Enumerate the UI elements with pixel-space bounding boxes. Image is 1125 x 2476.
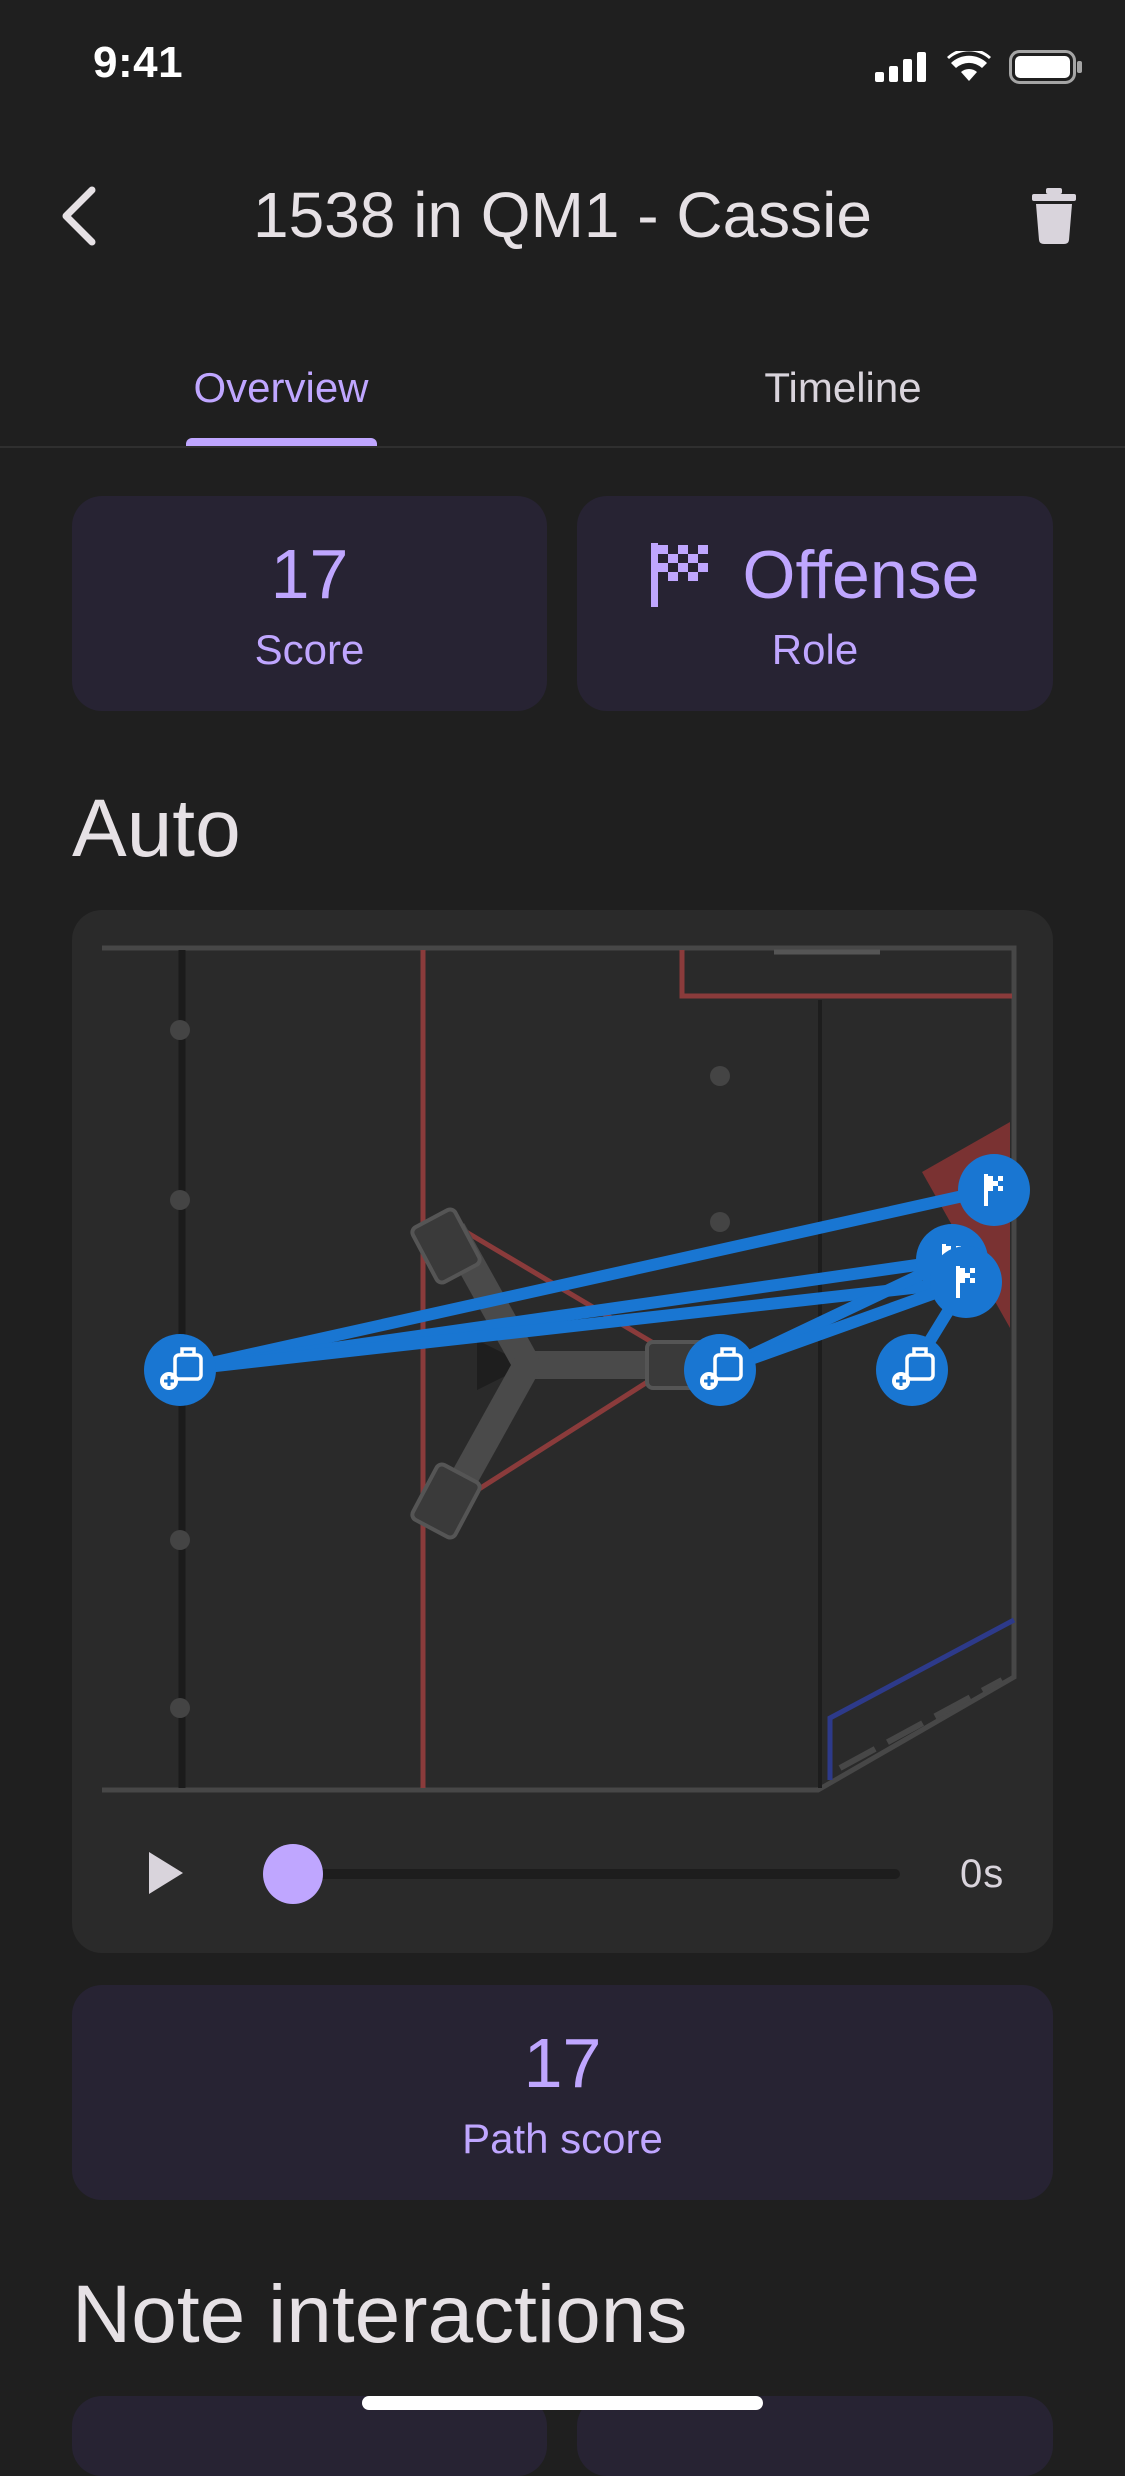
path-marker-pickup (876, 1334, 948, 1406)
tab-divider (0, 446, 1125, 448)
path-marker-pickup (144, 1334, 216, 1406)
trash-icon (1032, 188, 1076, 244)
checkered-flag-icon (650, 543, 708, 607)
role-value: Offense (742, 537, 980, 613)
status-icons (875, 50, 1083, 84)
battery-icon (1009, 50, 1082, 84)
path-score-label: Path score (462, 2115, 663, 2162)
delete-button[interactable] (1006, 168, 1102, 264)
section-heading-note-interactions: Note interactions (72, 2269, 688, 2360)
status-time: 9:41 (93, 38, 184, 87)
score-card: 17 Score (72, 496, 547, 711)
path-score-value: 17 (523, 2024, 602, 2102)
path-marker-score (930, 1246, 1002, 1318)
section-heading-auto: Auto (72, 783, 241, 874)
playback-slider-thumb[interactable] (263, 1844, 323, 1904)
playback-time: 0s (960, 1852, 1005, 1896)
field-map (102, 945, 1030, 1793)
role-card: Offense Role (577, 496, 1053, 711)
tab-overview[interactable]: Overview (0, 330, 562, 446)
play-icon (149, 1852, 183, 1894)
path-marker-pickup (684, 1334, 756, 1406)
wifi-icon (947, 51, 991, 81)
score-value: 17 (270, 535, 349, 613)
home-indicator (362, 2396, 763, 2410)
signal-icon (875, 52, 926, 82)
role-label: Role (771, 626, 859, 673)
auto-path-card (72, 910, 1053, 1953)
playback-slider[interactable] (292, 1869, 900, 1879)
play-button[interactable] (130, 1838, 200, 1908)
path-marker-score (958, 1154, 1030, 1226)
score-label: Score (254, 626, 365, 673)
path-score-card: 17 Path score (72, 1985, 1053, 2200)
page-title: 1538 in QM1 - Cassie (253, 179, 872, 251)
tab-timeline[interactable]: Timeline (562, 330, 1124, 446)
